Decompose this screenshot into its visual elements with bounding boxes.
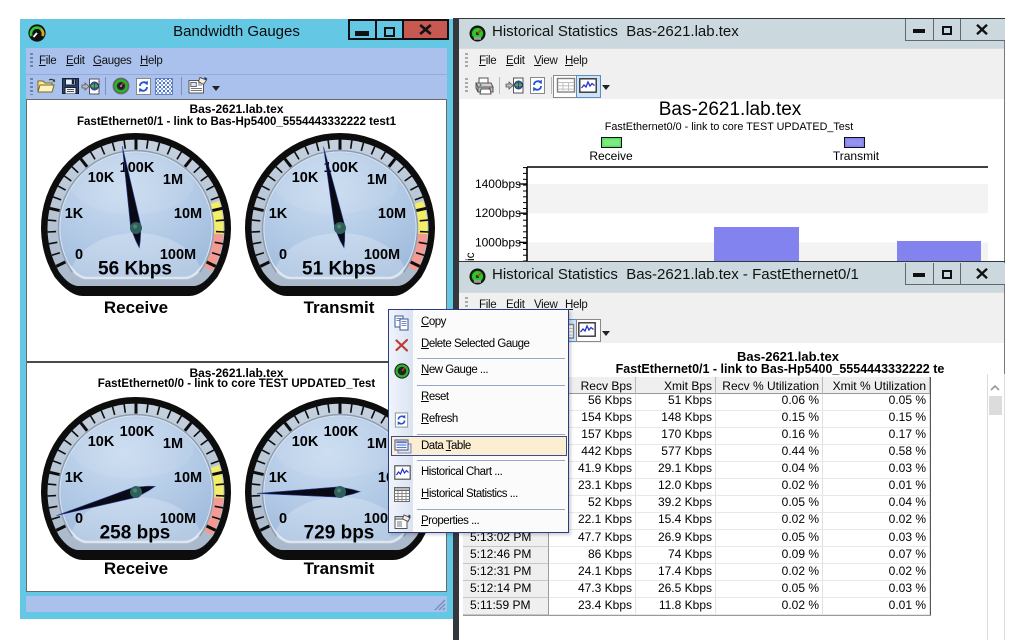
svg-text:10M: 10M [173,206,201,222]
svg-text:1K: 1K [64,206,83,222]
svg-text:10M: 10M [377,206,405,222]
svg-text:1M: 1M [162,172,182,188]
svg-text:1400bps: 1400bps [475,177,521,191]
svg-text:56 Kbps: 56 Kbps [98,259,172,280]
svg-text:0: 0 [278,511,286,527]
svg-text:Receive: Receive [589,149,633,163]
svg-text:10M: 10M [174,470,202,486]
svg-text:1000bps: 1000bps [475,235,521,249]
svg-text:100K: 100K [120,424,155,440]
svg-text:0: 0 [74,247,82,263]
svg-text:729 bps: 729 bps [303,523,374,544]
svg-text:10K: 10K [87,170,114,186]
svg-text:10K: 10K [291,434,318,450]
svg-text:1K: 1K [268,206,287,222]
svg-text:1M: 1M [163,436,183,452]
svg-text:0: 0 [278,247,286,263]
svg-text:1M: 1M [366,436,386,452]
svg-text:FastEthernet0/0 - link to core: FastEthernet0/0 - link to core TEST UPDA… [605,121,853,133]
svg-text:100K: 100K [323,424,358,440]
svg-text:Transmit: Transmit [833,149,880,163]
svg-text:10K: 10K [291,170,318,186]
svg-text:1M: 1M [366,172,386,188]
svg-text:258 bps: 258 bps [100,523,171,544]
svg-text:1200bps: 1200bps [475,206,521,220]
svg-text:1K: 1K [65,470,84,486]
svg-text:Bas-2621.lab.tex: Bas-2621.lab.tex [659,99,802,120]
svg-text:1K: 1K [268,470,287,486]
svg-text:0: 0 [75,511,83,527]
svg-text:51 Kbps: 51 Kbps [302,259,376,280]
svg-text:10K: 10K [88,434,115,450]
